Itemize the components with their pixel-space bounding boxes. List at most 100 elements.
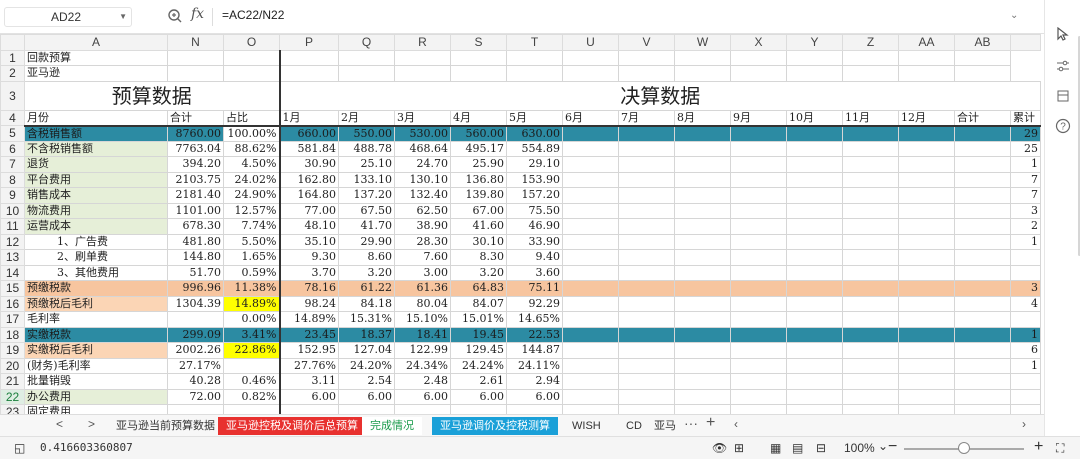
- data-cell[interactable]: 2.48: [394, 373, 451, 390]
- data-cell[interactable]: [674, 280, 731, 297]
- data-cell[interactable]: [786, 218, 843, 235]
- data-cell[interactable]: 7月: [618, 109, 675, 127]
- data-cell[interactable]: 75.50: [506, 202, 563, 219]
- data-cell[interactable]: [618, 295, 675, 312]
- data-cell[interactable]: [1010, 373, 1041, 390]
- data-cell[interactable]: 14.89%: [279, 311, 339, 328]
- row-label-cell[interactable]: 运营成本: [24, 218, 168, 235]
- data-cell[interactable]: 0.46%: [223, 373, 281, 390]
- data-cell[interactable]: [786, 388, 843, 405]
- data-cell[interactable]: 5月: [506, 109, 563, 127]
- data-cell[interactable]: [562, 156, 619, 173]
- sheet-tab[interactable]: 亚马逊当前预算数据: [108, 417, 223, 435]
- data-cell[interactable]: [674, 233, 731, 250]
- data-cell[interactable]: [674, 202, 731, 219]
- data-cell[interactable]: 11月: [842, 109, 899, 127]
- column-header-u[interactable]: U: [562, 34, 619, 51]
- data-cell[interactable]: [786, 49, 843, 66]
- data-cell[interactable]: 4: [1010, 295, 1041, 312]
- data-cell[interactable]: [786, 357, 843, 374]
- column-header-t[interactable]: T: [506, 34, 563, 51]
- data-cell[interactable]: 100.00%: [223, 125, 281, 142]
- data-cell[interactable]: [842, 49, 899, 66]
- data-cell[interactable]: 67.00: [450, 202, 507, 219]
- data-cell[interactable]: [898, 187, 955, 204]
- data-cell[interactable]: [223, 49, 281, 66]
- data-cell[interactable]: 98.24: [279, 295, 339, 312]
- row-header-16[interactable]: 16: [0, 295, 25, 312]
- data-cell[interactable]: [1010, 311, 1041, 328]
- data-cell[interactable]: 41.60: [450, 218, 507, 235]
- data-cell[interactable]: 164.80: [279, 187, 339, 204]
- data-cell[interactable]: [842, 326, 899, 343]
- data-cell[interactable]: 27.17%: [167, 357, 224, 374]
- data-cell[interactable]: 25.90: [450, 156, 507, 173]
- data-cell[interactable]: 24.70: [394, 156, 451, 173]
- data-cell[interactable]: 144.80: [167, 249, 224, 266]
- data-cell[interactable]: [618, 264, 675, 281]
- data-cell[interactable]: [954, 388, 1011, 405]
- data-cell[interactable]: [674, 140, 731, 157]
- data-cell[interactable]: [842, 218, 899, 235]
- row-label-cell[interactable]: 毛利率: [24, 311, 168, 328]
- data-cell[interactable]: [842, 280, 899, 297]
- data-cell[interactable]: 495.17: [450, 140, 507, 157]
- scroll-right-icon[interactable]: ›: [1022, 417, 1026, 431]
- zoom-in-icon[interactable]: +: [1034, 438, 1043, 456]
- row-header-3[interactable]: 3: [0, 80, 25, 111]
- data-cell[interactable]: [674, 373, 731, 390]
- zoom-search-icon[interactable]: [167, 8, 183, 24]
- column-header-z[interactable]: Z: [842, 34, 899, 51]
- data-cell[interactable]: 132.40: [394, 187, 451, 204]
- row-label-cell[interactable]: 实缴税款: [24, 326, 168, 343]
- data-cell[interactable]: [730, 156, 787, 173]
- data-cell[interactable]: [562, 218, 619, 235]
- data-cell[interactable]: [223, 65, 281, 82]
- data-cell[interactable]: [898, 125, 955, 142]
- data-cell[interactable]: 7763.04: [167, 140, 224, 157]
- data-cell[interactable]: [562, 373, 619, 390]
- data-cell[interactable]: 9.40: [506, 249, 563, 266]
- data-cell[interactable]: [562, 49, 619, 66]
- data-cell[interactable]: 7.60: [394, 249, 451, 266]
- row-label-cell[interactable]: 预缴税后毛利: [24, 295, 168, 312]
- data-cell[interactable]: 11.38%: [223, 280, 281, 297]
- data-cell[interactable]: [786, 342, 843, 359]
- data-cell[interactable]: 4月: [450, 109, 507, 127]
- data-cell[interactable]: 15.01%: [450, 311, 507, 328]
- row-header-17[interactable]: 17: [0, 311, 25, 328]
- data-cell[interactable]: [954, 187, 1011, 204]
- data-cell[interactable]: 2.61: [450, 373, 507, 390]
- data-cell[interactable]: [786, 202, 843, 219]
- grid-view-icon[interactable]: ⊞: [734, 441, 744, 455]
- data-cell[interactable]: 61.22: [338, 280, 395, 297]
- data-cell[interactable]: [842, 156, 899, 173]
- data-cell[interactable]: [618, 326, 675, 343]
- data-cell[interactable]: 2: [1010, 218, 1041, 235]
- data-cell[interactable]: [618, 156, 675, 173]
- data-cell[interactable]: [842, 233, 899, 250]
- page-layout-icon[interactable]: ▤: [792, 441, 803, 455]
- data-cell[interactable]: [842, 249, 899, 266]
- row-header-6[interactable]: 6: [0, 140, 25, 157]
- data-cell[interactable]: [618, 280, 675, 297]
- data-cell[interactable]: 19.45: [450, 326, 507, 343]
- help-icon[interactable]: ?: [1053, 116, 1073, 136]
- data-cell[interactable]: [786, 125, 843, 142]
- data-cell[interactable]: 2.54: [338, 373, 395, 390]
- data-cell[interactable]: [618, 249, 675, 266]
- data-cell[interactable]: [730, 171, 787, 188]
- data-cell[interactable]: [898, 264, 955, 281]
- data-cell[interactable]: [730, 65, 787, 82]
- data-cell[interactable]: [786, 295, 843, 312]
- data-cell[interactable]: 3.60: [506, 264, 563, 281]
- data-cell[interactable]: 630.00: [506, 125, 563, 142]
- data-cell[interactable]: 80.04: [394, 295, 451, 312]
- data-cell[interactable]: [842, 373, 899, 390]
- data-cell[interactable]: [730, 125, 787, 142]
- data-cell[interactable]: [730, 295, 787, 312]
- data-cell[interactable]: [674, 326, 731, 343]
- data-cell[interactable]: 15.10%: [394, 311, 451, 328]
- data-cell[interactable]: [954, 171, 1011, 188]
- data-cell[interactable]: 7: [1010, 187, 1041, 204]
